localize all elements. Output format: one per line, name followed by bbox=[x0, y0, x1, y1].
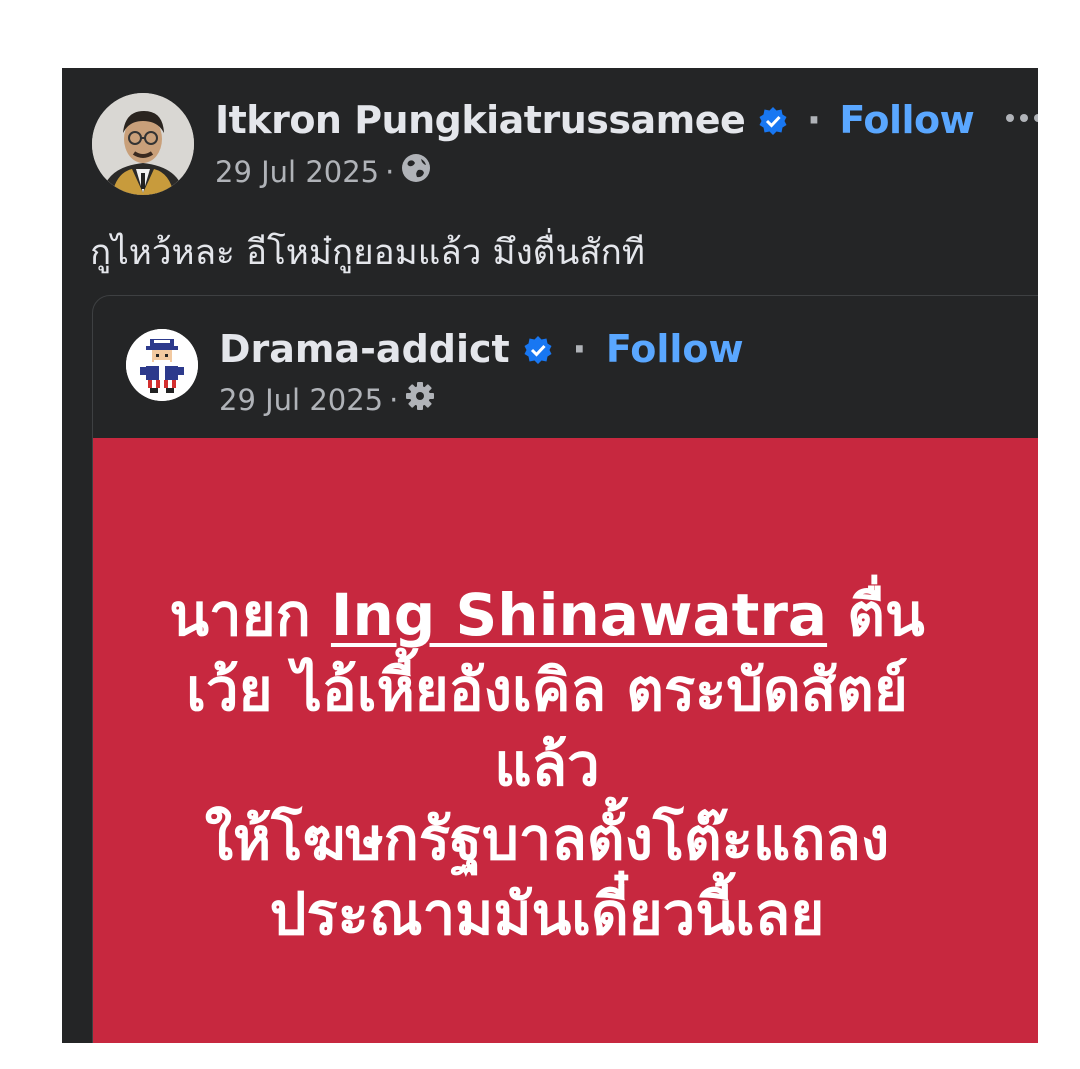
post-text: กูไหว้หละ อีโหม๋กูยอมแล้ว มึงตื่นสักที bbox=[90, 233, 645, 273]
author-avatar[interactable] bbox=[92, 93, 194, 195]
quote-line-5: ประณามมันเดี๋ยวนี้เลย bbox=[269, 880, 825, 949]
pixel-character-icon bbox=[126, 329, 198, 401]
globe-icon bbox=[400, 152, 432, 191]
quote-line-3: แล้ว bbox=[494, 730, 600, 799]
author-photo bbox=[92, 93, 194, 195]
quote-line-1: นายก Ing Shinawatra ตื่น bbox=[93, 578, 1001, 653]
more-options-icon[interactable] bbox=[1006, 108, 1038, 128]
shared-author-name[interactable]: Drama-addict bbox=[219, 327, 510, 371]
quote-line-2: เว้ย ไอ้เหี้ยอังเคิล ตระบัดสัตย์ bbox=[186, 655, 908, 724]
verified-badge-icon bbox=[758, 101, 788, 145]
separator-dot: · bbox=[572, 327, 587, 371]
post-header-line: Itkron Pungkiatrussamee · Follow bbox=[215, 98, 975, 145]
meta-separator: · bbox=[385, 154, 395, 189]
mention-link[interactable]: Ing Shinawatra bbox=[331, 581, 827, 649]
author-name[interactable]: Itkron Pungkiatrussamee bbox=[215, 98, 746, 142]
post-date[interactable]: 29 Jul 2025 bbox=[215, 155, 379, 189]
quote-line-4: ให้โฆษกรัฐบาลตั้งโต๊ะแถลง bbox=[204, 805, 890, 874]
shared-post[interactable]: Drama-addict · Follow 29 Jul 2025 · นายก… bbox=[92, 295, 1038, 1043]
post-card: Itkron Pungkiatrussamee · Follow 29 Jul … bbox=[62, 68, 1038, 1043]
quote-line-1-suffix: ตื่น bbox=[847, 581, 925, 649]
quote-text: นายก Ing Shinawatra ตื่น เว้ย ไอ้เหี้ยอั… bbox=[93, 578, 1001, 952]
shared-header-line: Drama-addict · Follow bbox=[219, 327, 744, 374]
follow-button[interactable]: Follow bbox=[839, 98, 974, 142]
separator-dot: · bbox=[806, 98, 821, 142]
post-meta: 29 Jul 2025 · bbox=[215, 152, 432, 191]
shared-follow-button[interactable]: Follow bbox=[606, 327, 744, 371]
meta-separator: · bbox=[389, 382, 399, 417]
gear-icon bbox=[404, 380, 436, 419]
text-post-background: นายก Ing Shinawatra ตื่น เว้ย ไอ้เหี้ยอั… bbox=[93, 438, 1038, 1043]
shared-post-date[interactable]: 29 Jul 2025 bbox=[219, 383, 383, 417]
quote-line-1-prefix: นายก bbox=[169, 581, 311, 649]
verified-badge-icon bbox=[523, 330, 553, 374]
shared-post-meta: 29 Jul 2025 · bbox=[219, 380, 436, 419]
shared-author-avatar[interactable] bbox=[126, 329, 198, 401]
